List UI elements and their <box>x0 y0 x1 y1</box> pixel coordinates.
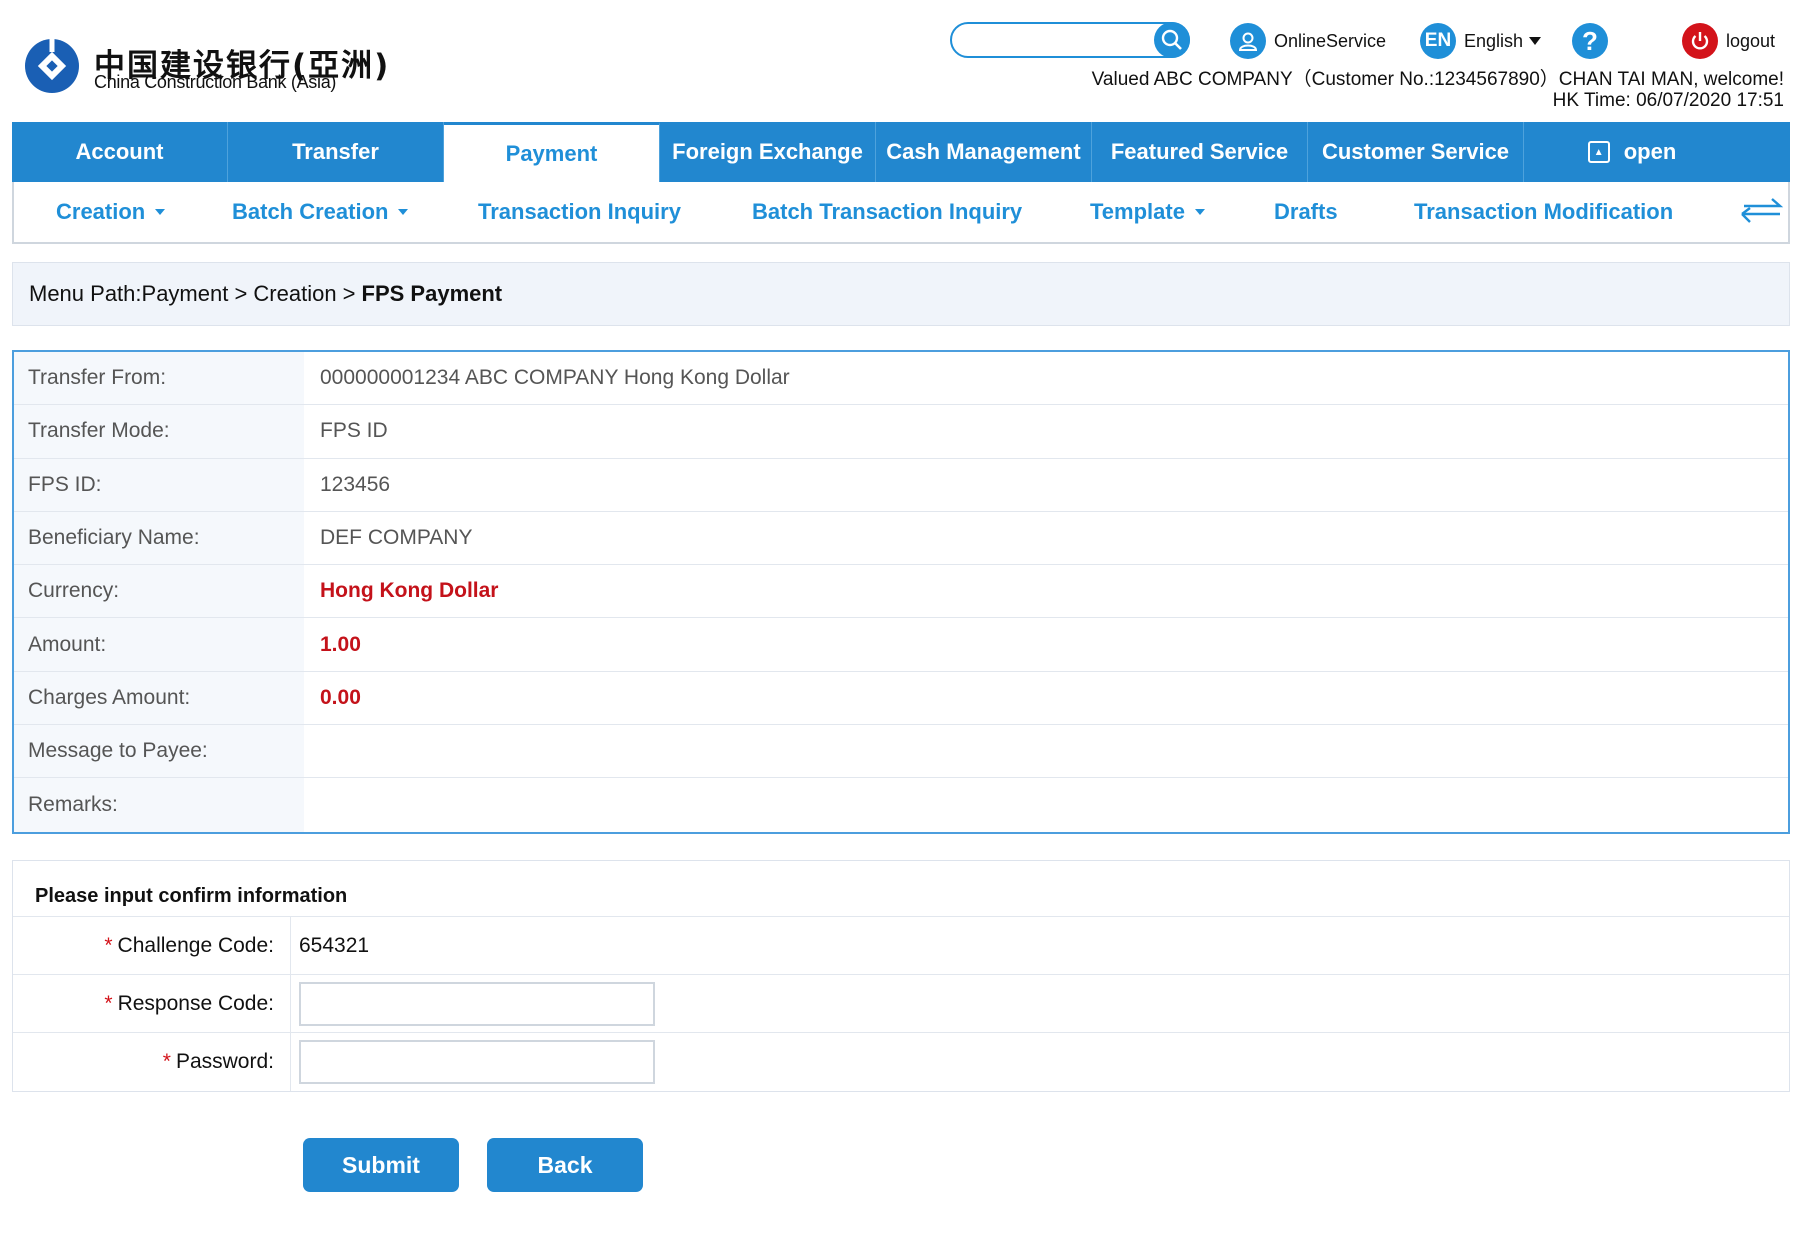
subnav-creation[interactable]: Creation <box>56 182 166 242</box>
response-code-label-text: Response Code: <box>117 991 274 1015</box>
table-row: Amount: 1.00 <box>14 618 1788 672</box>
expand-up-icon: ▲ <box>1587 141 1610 163</box>
password-cell <box>291 1033 1789 1091</box>
required-mark: * <box>104 933 113 957</box>
detail-label: FPS ID: <box>14 458 304 511</box>
language-label: English <box>1464 30 1524 51</box>
caret-down-icon <box>155 209 166 215</box>
subnav-transaction-inquiry[interactable]: Transaction Inquiry <box>478 182 681 242</box>
tab-transfer[interactable]: Transfer <box>228 122 444 182</box>
table-row: * Response Code: <box>13 975 1789 1033</box>
transfer-from-value: 000000001234 ABC COMPANY Hong Kong Dolla… <box>320 366 790 390</box>
help-button[interactable]: ? <box>1572 22 1616 60</box>
password-input[interactable] <box>299 1040 655 1084</box>
table-row: FPS ID: 123456 <box>14 458 1788 512</box>
welcome-message: Valued ABC COMPANY（Customer No.:12345678… <box>1091 69 1784 90</box>
required-mark: * <box>162 1050 171 1073</box>
tab-cash-management[interactable]: Cash Management <box>876 122 1092 182</box>
detail-label: Remarks: <box>14 778 304 832</box>
response-code-label: * Response Code: <box>13 975 291 1032</box>
ccb-logo-icon <box>25 39 79 93</box>
tab-account[interactable]: Account <box>12 122 228 182</box>
search-icon[interactable] <box>1154 22 1190 58</box>
password-label: * Password: <box>13 1033 291 1091</box>
detail-label: Transfer From: <box>14 352 304 405</box>
remarks-value <box>304 778 1788 831</box>
logout-button[interactable]: logout <box>1682 22 1775 60</box>
hk-time: HK Time: 06/07/2020 17:51 <box>1552 90 1784 111</box>
table-row: * Challenge Code: 654321 <box>13 917 1789 975</box>
confirm-title: Please input confirm information <box>13 861 1789 917</box>
response-code-cell <box>291 975 1789 1032</box>
detail-label: Message to Payee: <box>14 725 304 778</box>
table-row: Message to Payee: <box>14 725 1788 779</box>
tab-open-label: open <box>1623 139 1677 164</box>
bank-logo[interactable]: 中国建设银行(亞洲) China Construction Bank (Asia… <box>24 38 424 100</box>
breadcrumb-path: Menu Path:Payment > Creation > <box>29 281 356 306</box>
subnav-batch-creation-label: Batch Creation <box>232 199 389 224</box>
fps-id-value: 123456 <box>320 472 391 496</box>
challenge-code-label-text: Challenge Code: <box>117 933 274 957</box>
language-badge-icon: EN <box>1420 23 1456 59</box>
detail-label: Charges Amount: <box>14 671 304 725</box>
bank-english-name: China Construction Bank (Asia) <box>94 72 337 92</box>
currency-value: Hong Kong Dollar <box>320 579 499 603</box>
online-service-label: OnlineService <box>1274 30 1387 51</box>
message-to-payee-value <box>304 725 1788 777</box>
table-row: Charges Amount: 0.00 <box>14 671 1788 726</box>
amount-value: 1.00 <box>320 632 361 656</box>
caret-down-icon <box>1194 209 1205 215</box>
charges-amount-value: 0.00 <box>320 685 361 709</box>
subnav-drafts[interactable]: Drafts <box>1274 182 1338 242</box>
payment-details-table: Transfer From: 000000001234 ABC COMPANY … <box>12 350 1790 834</box>
main-navigation: Account Transfer Payment Foreign Exchang… <box>12 122 1790 182</box>
breadcrumb: Menu Path:Payment > Creation > FPS Payme… <box>12 262 1790 326</box>
language-select[interactable]: EN English <box>1420 22 1542 60</box>
subnav-template[interactable]: Template <box>1090 182 1205 242</box>
table-row: Currency: Hong Kong Dollar <box>14 565 1788 619</box>
subnav-batch-creation[interactable]: Batch Creation <box>232 182 409 242</box>
detail-label: Amount: <box>14 618 304 671</box>
password-label-text: Password: <box>175 1050 274 1073</box>
user-icon <box>1230 23 1266 59</box>
required-mark: * <box>104 991 113 1015</box>
power-icon <box>1682 23 1718 59</box>
table-row: Remarks: <box>14 778 1788 832</box>
subnav-template-label: Template <box>1090 199 1185 224</box>
help-icon: ? <box>1572 23 1608 59</box>
chevron-down-icon <box>1529 37 1542 45</box>
response-code-input[interactable] <box>299 981 655 1026</box>
sub-navigation: Creation Batch Creation Transaction Inqu… <box>12 182 1790 244</box>
online-service-link[interactable]: OnlineService <box>1230 22 1386 60</box>
challenge-code-label: * Challenge Code: <box>13 917 291 974</box>
swap-arrows-icon[interactable] <box>1738 182 1784 242</box>
transfer-mode-value: FPS ID <box>320 419 388 443</box>
table-row: Transfer Mode: FPS ID <box>14 405 1788 459</box>
subnav-transaction-modification[interactable]: Transaction Modification <box>1414 182 1673 242</box>
confirm-section: Please input confirm information * Chall… <box>12 860 1790 1092</box>
tab-payment[interactable]: Payment <box>444 122 660 182</box>
detail-label: Currency: <box>14 565 304 618</box>
challenge-code-value: 654321 <box>299 933 370 957</box>
tab-foreign-exchange[interactable]: Foreign Exchange <box>660 122 876 182</box>
table-row: * Password: <box>13 1033 1789 1091</box>
breadcrumb-current: FPS Payment <box>361 281 503 306</box>
detail-label: Transfer Mode: <box>14 405 304 458</box>
submit-button[interactable]: Submit <box>303 1138 459 1192</box>
table-row: Beneficiary Name: DEF COMPANY <box>14 511 1788 566</box>
tab-customer-service[interactable]: Customer Service <box>1308 122 1524 182</box>
table-row: Transfer From: 000000001234 ABC COMPANY … <box>14 352 1788 406</box>
beneficiary-name-value: DEF COMPANY <box>320 526 473 550</box>
subnav-batch-transaction-inquiry[interactable]: Batch Transaction Inquiry <box>752 182 1022 242</box>
detail-label: Beneficiary Name: <box>14 511 304 565</box>
logout-label: logout <box>1726 30 1776 51</box>
tab-featured-service[interactable]: Featured Service <box>1092 122 1308 182</box>
subnav-creation-label: Creation <box>56 199 146 224</box>
caret-down-icon <box>398 209 409 215</box>
tab-open[interactable]: ▲ open <box>1524 122 1740 182</box>
back-button[interactable]: Back <box>487 1138 643 1192</box>
